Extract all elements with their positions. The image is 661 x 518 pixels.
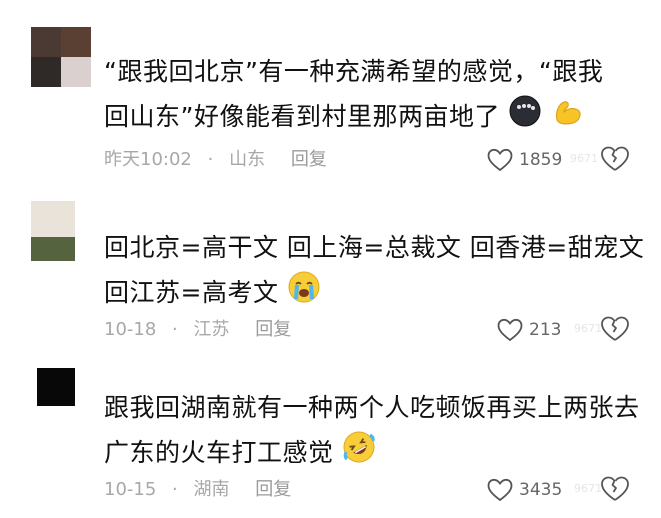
watermark: 9671 <box>570 152 598 165</box>
like-button[interactable]: 3435 <box>487 475 562 505</box>
avatar-image <box>37 368 75 406</box>
dislike-button[interactable] <box>600 145 630 175</box>
comment-text: 跟我回湖南就有一种两个人吃顿饭再买上两张去 广东的火车打工感觉 <box>104 386 644 478</box>
comment-meta: 10-15 · 湖南 回复 <box>104 475 291 505</box>
comment-text-line: “跟我回北京”有一种充满希望的感觉，“跟我 <box>104 57 604 86</box>
comment-text-line-content: 回江苏=高考文 <box>104 278 279 307</box>
comment-meta: 10-18 · 江苏 回复 <box>104 315 291 345</box>
comment-item: “跟我回北京”有一种充满希望的感觉，“跟我 回山东”好像能看到村里那两亩地了 昨… <box>0 0 661 190</box>
avatar[interactable] <box>31 27 91 87</box>
like-button[interactable]: 213 <box>497 315 561 345</box>
reply-button[interactable]: 回复 <box>255 319 291 340</box>
comment-text-line: 广东的火车打工感觉 <box>104 430 644 478</box>
comment-item: 回北京=高干文 回上海=总裁文 回香港=甜宠文 回江苏=高考文 10-18 · … <box>0 190 661 358</box>
comment-text-line: 跟我回湖南就有一种两个人吃顿饭再买上两张去 <box>104 393 640 422</box>
heart-icon <box>487 478 513 502</box>
dark-face-emoji <box>508 94 542 142</box>
comment-location: 江苏 <box>193 319 230 340</box>
avatar-image <box>31 27 91 87</box>
broken-heart-icon <box>601 476 629 501</box>
reply-button[interactable]: 回复 <box>291 149 327 170</box>
heart-icon <box>487 148 513 172</box>
dislike-button[interactable] <box>600 315 630 345</box>
comment-time: 10-15 <box>104 479 157 500</box>
comment-meta: 昨天10:02 · 山东 回复 <box>104 145 327 175</box>
comment-text-line-content: 回山东”好像能看到村里那两亩地了 <box>104 102 500 131</box>
meta-separator: · <box>207 149 214 170</box>
comment-text-line: 回江苏=高考文 <box>104 270 644 318</box>
meta-separator: · <box>172 479 178 500</box>
watermark: 9671 <box>574 482 602 495</box>
meta-separator: · <box>172 319 178 340</box>
reply-button[interactable]: 回复 <box>255 479 291 500</box>
comment-item: 跟我回湖南就有一种两个人吃顿饭再买上两张去 广东的火车打工感觉 10-15 · … <box>0 358 661 518</box>
comment-text-line: 回北京=高干文 回上海=总裁文 回香港=甜宠文 <box>104 233 645 262</box>
comment-location: 山东 <box>229 149 266 170</box>
comment-text: “跟我回北京”有一种充满希望的感觉，“跟我 回山东”好像能看到村里那两亩地了 <box>104 50 644 142</box>
like-count: 213 <box>529 320 562 340</box>
comment-time: 10-18 <box>104 319 157 340</box>
comment-text: 回北京=高干文 回上海=总裁文 回香港=甜宠文 回江苏=高考文 <box>104 226 644 318</box>
watermark: 9671 <box>574 322 602 335</box>
like-count: 1859 <box>519 150 563 170</box>
like-button[interactable]: 1859 <box>487 145 562 175</box>
flexed-biceps-emoji <box>551 94 585 142</box>
avatar-image <box>31 201 75 261</box>
rolling-on-floor-laughing-emoji <box>342 430 376 478</box>
broken-heart-icon <box>601 316 629 341</box>
broken-heart-icon <box>601 146 629 171</box>
comment-text-line: 回山东”好像能看到村里那两亩地了 <box>104 94 644 142</box>
loudly-crying-face-emoji <box>287 270 321 318</box>
comment-time: 昨天10:02 <box>104 149 192 170</box>
comment-location: 湖南 <box>193 479 230 500</box>
avatar[interactable] <box>31 201 75 261</box>
avatar[interactable] <box>37 368 75 406</box>
comment-text-line-content: 广东的火车打工感觉 <box>104 438 334 467</box>
like-count: 3435 <box>519 480 563 500</box>
dislike-button[interactable] <box>600 475 630 505</box>
heart-icon <box>497 318 523 342</box>
